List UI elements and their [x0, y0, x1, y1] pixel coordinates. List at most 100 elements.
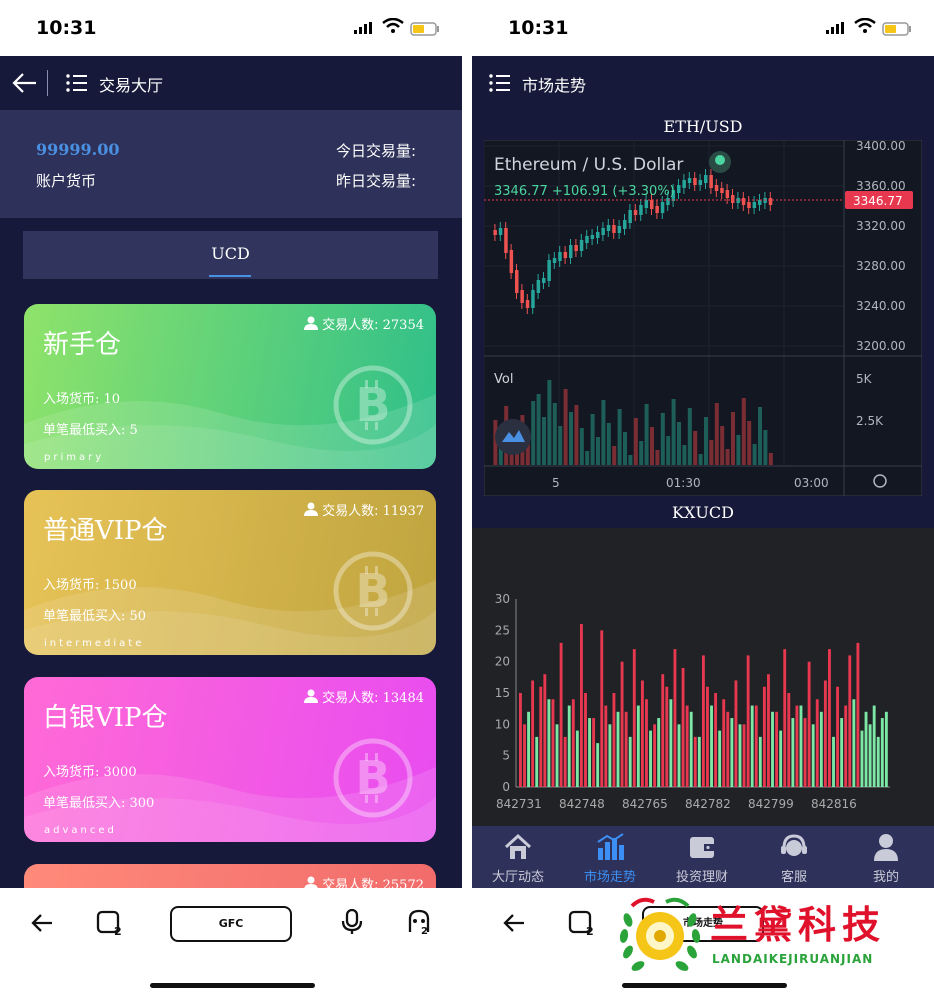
candle-body — [768, 198, 773, 205]
microphone-icon[interactable] — [340, 908, 364, 936]
volume-bar — [693, 431, 698, 465]
room-card-vip[interactable]: B 普通VIP仓 交易人数: 11937 入场货币: 1500 单笔最低买入: 50 in… — [24, 490, 436, 655]
browser-back-icon[interactable] — [502, 912, 526, 934]
kx-bar-green — [730, 718, 734, 787]
brand-subtitle: LANDAIKEJIRUANJIAN — [712, 952, 874, 966]
y-tick-label: 15 — [495, 686, 510, 700]
volume-bar — [606, 423, 611, 465]
kx-bar-green — [832, 736, 835, 787]
volume-bar — [687, 408, 692, 465]
kx-bar-red — [523, 724, 526, 787]
card-traders-label: 交易人数: — [322, 504, 379, 519]
x-tick-label: 842782 — [685, 797, 731, 811]
kx-bar-red — [726, 711, 730, 787]
tab-hall[interactable]: 大厅动态 — [472, 826, 564, 888]
candle-body — [731, 195, 735, 203]
candle-body — [725, 190, 730, 198]
card-title: 普通VIP仓 — [43, 516, 168, 546]
home-indicator — [150, 983, 315, 988]
candle-body — [493, 230, 497, 235]
kx-bar-green — [527, 711, 530, 787]
volume-bar — [666, 436, 671, 465]
kx-bar-red — [856, 642, 860, 787]
candle-body — [752, 202, 757, 208]
tabs-switcher-icon[interactable]: 2 — [568, 910, 596, 936]
kx-bar-green — [880, 718, 884, 787]
candle-body — [758, 200, 762, 205]
candle-body — [574, 245, 578, 251]
bar-chart-icon — [597, 833, 624, 860]
volume-bar — [704, 417, 708, 465]
bitcoin-icon: B — [333, 551, 413, 631]
kx-bar-red — [787, 693, 791, 787]
kx-bar-green — [547, 699, 551, 787]
candle-body — [747, 202, 751, 208]
tradingview-logo-icon — [495, 419, 531, 455]
candle-body — [633, 210, 638, 215]
candle-body — [498, 228, 503, 235]
kx-bar-red — [559, 642, 563, 787]
kx-bar-red — [543, 674, 547, 787]
tab-invest[interactable]: 投资理财 — [656, 826, 748, 888]
account-info-panel: 99999.00 账户货币 今日交易量: 昨日交易量: — [0, 110, 462, 218]
currency-tab[interactable]: UCD — [23, 231, 438, 279]
kx-bar-red — [706, 686, 709, 787]
candle-body — [704, 175, 708, 183]
volume-bar — [574, 405, 579, 465]
kx-bar-red — [563, 736, 567, 787]
card-traders-label: 交易人数: — [322, 691, 379, 706]
tab-market[interactable]: 市场走势 — [564, 826, 656, 888]
address-bar-button[interactable]: GFC — [170, 906, 292, 942]
incognito-icon[interactable]: 2 — [405, 908, 433, 936]
candle-body — [563, 252, 568, 258]
kx-bar-green — [628, 736, 632, 787]
account-balance: 99999.00 — [36, 140, 120, 159]
room-card-novice[interactable]: B 新手仓 交易人数: 27354 入场货币: 10 单笔最低买入: 5 primary — [24, 304, 436, 469]
page-title: 市场走势 — [522, 76, 587, 95]
yesterday-volume-label: 昨日交易量: — [335, 172, 416, 190]
tabs-switcher-icon[interactable]: 2 — [96, 910, 124, 936]
candle-body — [590, 235, 595, 239]
tab-support[interactable]: 客服 — [748, 826, 840, 888]
kx-bar-green — [636, 705, 640, 787]
browser-back-icon[interactable] — [30, 912, 54, 934]
kx-bar-red — [722, 699, 726, 787]
volume-bar — [644, 404, 649, 465]
signal-icon — [354, 22, 372, 34]
room-card-silver-vip[interactable]: B 白银VIP仓 交易人数: 13484 入场货币: 3000 单笔最低买入: 300 a… — [24, 677, 436, 842]
tab-mine[interactable]: 我的 — [840, 826, 932, 888]
volume-bar — [569, 412, 573, 465]
menu-list-icon[interactable] — [66, 73, 88, 93]
card-traders: 交易人数: 13484 — [304, 687, 424, 706]
person-icon — [304, 316, 319, 330]
wifi-icon — [854, 18, 876, 33]
candle-body — [677, 185, 681, 193]
candle-body — [644, 200, 649, 208]
candle-body — [606, 225, 611, 231]
kx-bar-red — [746, 655, 750, 787]
kx-bar-green — [535, 736, 539, 787]
kx-bar-red — [640, 680, 644, 787]
active-tab-underline — [209, 275, 251, 277]
menu-list-icon[interactable] — [489, 73, 511, 93]
card-entry-currency: 入场货币: 3000 — [43, 765, 137, 780]
svg-text:2: 2 — [114, 925, 122, 936]
volume-bar — [628, 455, 633, 465]
kx-bar-green — [852, 699, 856, 787]
y-tick-label: 3320.00 — [856, 219, 906, 233]
y-tick-label: 3200.00 — [856, 339, 906, 353]
y-tick-label: 3240.00 — [856, 299, 906, 313]
kx-bar-red — [762, 686, 766, 787]
candle-body — [579, 240, 584, 251]
candle-body — [650, 200, 654, 209]
volume-bar — [536, 394, 541, 465]
card-min-buy: 单笔最低买入: 5 — [43, 423, 138, 438]
x-tick-label: 842765 — [622, 797, 668, 811]
y-tick-label: 10 — [495, 717, 510, 731]
x-tick-label: 842748 — [559, 797, 605, 811]
volume-bar — [601, 400, 606, 465]
kx-bar-green — [657, 718, 661, 787]
back-arrow-icon[interactable] — [12, 72, 38, 94]
eth-candlestick-chart[interactable]: Ethereum / U.S. Dollar 3346.77 +106.91 (… — [484, 140, 922, 496]
kx-bar-chart[interactable]: 0 5 10 15 20 25 30 842731 842748 842765 842782 8427… — [472, 580, 934, 820]
